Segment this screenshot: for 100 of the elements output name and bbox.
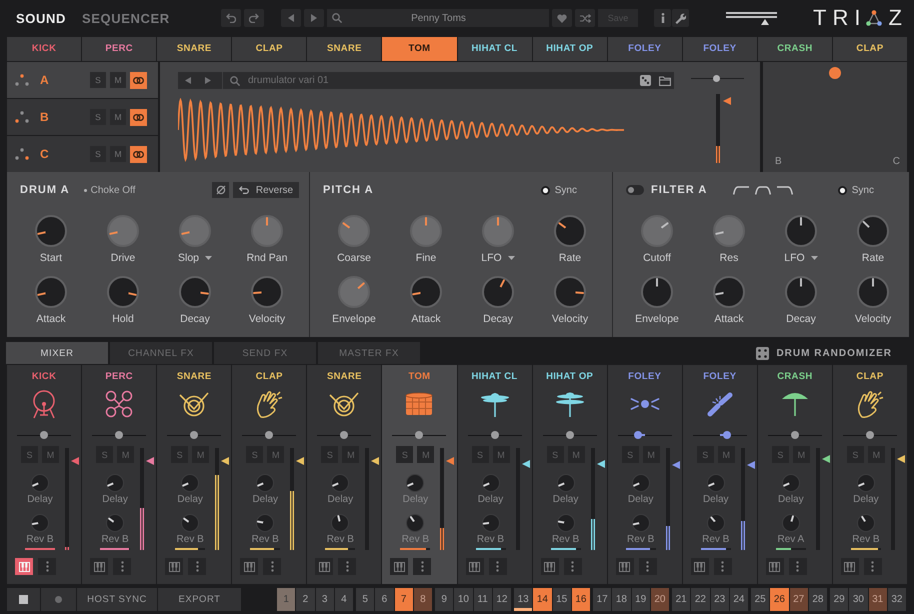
pad-tab[interactable]: CLAP — [832, 37, 907, 61]
channel-menu-button[interactable] — [564, 558, 582, 575]
slider-thumb[interactable] — [340, 431, 348, 439]
mixer-channel[interactable]: SNARE S M Delay Rev B — [157, 365, 232, 584]
solo-button[interactable]: S — [846, 446, 864, 463]
step-button[interactable]: 23 — [710, 588, 729, 611]
layer-row[interactable]: A S M — [7, 62, 158, 98]
mixer-channel[interactable]: SNARE S M Delay Rev B — [307, 365, 382, 584]
step-button[interactable]: 30 — [849, 588, 868, 611]
lowpass-icon[interactable] — [777, 186, 794, 194]
pad-tab[interactable]: SNARE — [307, 37, 382, 61]
sync-toggle[interactable]: Sync — [540, 184, 577, 196]
mute-button[interactable]: M — [267, 446, 284, 463]
delay-knob[interactable] — [406, 474, 424, 492]
mixer-channel[interactable]: PERC S M Delay Rev B — [82, 365, 156, 584]
delay-knob[interactable] — [106, 474, 124, 492]
reverb-knob[interactable] — [106, 514, 124, 532]
mute-button[interactable]: M — [110, 72, 126, 88]
delay-knob[interactable] — [482, 474, 500, 492]
fader-handle[interactable] — [221, 457, 230, 466]
step-button[interactable]: 11 — [474, 588, 492, 611]
knob[interactable] — [554, 276, 586, 308]
solo-button[interactable]: S — [696, 446, 714, 463]
delay-knob[interactable] — [31, 474, 49, 492]
step-button[interactable]: 3 — [316, 588, 334, 611]
pad-tab[interactable]: KICK — [7, 37, 82, 61]
mixer-tab[interactable]: MIXER — [6, 342, 108, 364]
shuffle-button[interactable] — [575, 9, 595, 27]
step-button[interactable]: 6 — [375, 588, 394, 611]
step-button[interactable]: 29 — [830, 588, 848, 611]
midi-button[interactable] — [315, 558, 334, 575]
pad-tab[interactable]: CRASH — [758, 37, 832, 61]
delay-knob[interactable] — [706, 474, 725, 492]
midi-button[interactable] — [390, 558, 408, 575]
pad-tab[interactable]: HIHAT CL — [458, 37, 532, 61]
stop-button[interactable] — [7, 588, 40, 611]
dropdown-button[interactable]: LFO — [784, 252, 818, 264]
slider-thumb[interactable] — [713, 75, 720, 82]
mixer-channel[interactable]: HIHAT OP S M Delay Rev B — [532, 365, 607, 584]
slider-thumb[interactable] — [761, 19, 770, 25]
delay-knob[interactable] — [856, 474, 875, 492]
next-preset-button[interactable] — [304, 9, 324, 27]
mixer-channel[interactable]: TOM S M Delay Rev B — [382, 365, 456, 584]
channel-menu-button[interactable] — [714, 558, 732, 575]
knob[interactable] — [857, 276, 889, 308]
slider-thumb[interactable] — [265, 431, 274, 439]
pad-tab[interactable]: SNARE — [157, 37, 232, 61]
knob[interactable] — [713, 276, 745, 308]
mute-button[interactable]: M — [110, 109, 126, 125]
fader-handle[interactable] — [746, 461, 755, 470]
knob[interactable] — [179, 276, 211, 308]
solo-button[interactable]: S — [772, 446, 789, 463]
step-button[interactable]: 25 — [751, 588, 770, 611]
mixer-channel[interactable]: CLAP S M Delay Rev B — [832, 365, 907, 584]
knob[interactable] — [251, 276, 283, 308]
slider-thumb[interactable] — [634, 431, 642, 439]
settings-button[interactable] — [672, 9, 689, 27]
step-button[interactable]: 2 — [296, 588, 314, 611]
drum-randomizer-button[interactable]: DRUM RANDOMIZER — [756, 342, 892, 364]
pad-tab[interactable]: CLAP — [232, 37, 306, 61]
host-sync-button[interactable]: HOST SYNC — [77, 588, 157, 611]
step-button[interactable]: 24 — [730, 588, 748, 611]
knob[interactable] — [482, 276, 514, 308]
step-button[interactable]: 4 — [334, 588, 353, 611]
sync-toggle[interactable]: Sync — [838, 184, 874, 196]
step-button[interactable]: 10 — [454, 588, 472, 611]
solo-button[interactable]: S — [622, 446, 639, 463]
step-button[interactable]: 27 — [790, 588, 808, 611]
step-button[interactable]: 9 — [435, 588, 454, 611]
midi-button[interactable] — [466, 558, 484, 575]
step-button[interactable]: 22 — [691, 588, 710, 611]
mute-button[interactable]: M — [110, 146, 126, 162]
fader-handle[interactable] — [822, 455, 830, 464]
mixer-tab[interactable]: SEND FX — [214, 342, 316, 364]
mixer-channel[interactable]: FOLEY S M Delay Rev B — [682, 365, 757, 584]
reverb-knob[interactable] — [856, 514, 875, 532]
step-button[interactable]: 26 — [770, 588, 788, 611]
mute-button[interactable]: M — [492, 446, 510, 463]
fader-handle[interactable] — [371, 457, 380, 466]
channel-menu-button[interactable] — [113, 558, 132, 575]
knob[interactable] — [35, 276, 67, 308]
midi-button[interactable] — [240, 558, 258, 575]
redo-button[interactable] — [244, 9, 264, 27]
mute-button[interactable]: M — [342, 446, 360, 463]
solo-button[interactable]: S — [90, 72, 106, 88]
highpass-icon[interactable] — [733, 186, 750, 194]
slider-thumb[interactable] — [115, 431, 124, 439]
pad-tab[interactable]: PERC — [82, 37, 156, 61]
delay-knob[interactable] — [256, 474, 274, 492]
choke-button[interactable]: Choke Off — [84, 184, 136, 196]
knob[interactable] — [554, 215, 586, 247]
channel-menu-button[interactable] — [263, 558, 282, 575]
slider-thumb[interactable] — [866, 431, 874, 439]
reverb-knob[interactable] — [331, 514, 350, 532]
mixer-channel[interactable]: HIHAT CL S M Delay Rev B — [458, 365, 532, 584]
view-tab[interactable]: SOUND — [16, 10, 66, 26]
reverse-button[interactable]: Reverse — [233, 182, 299, 198]
reverb-knob[interactable] — [482, 514, 500, 532]
channel-menu-button[interactable] — [188, 558, 206, 575]
solo-button[interactable]: S — [21, 446, 38, 463]
